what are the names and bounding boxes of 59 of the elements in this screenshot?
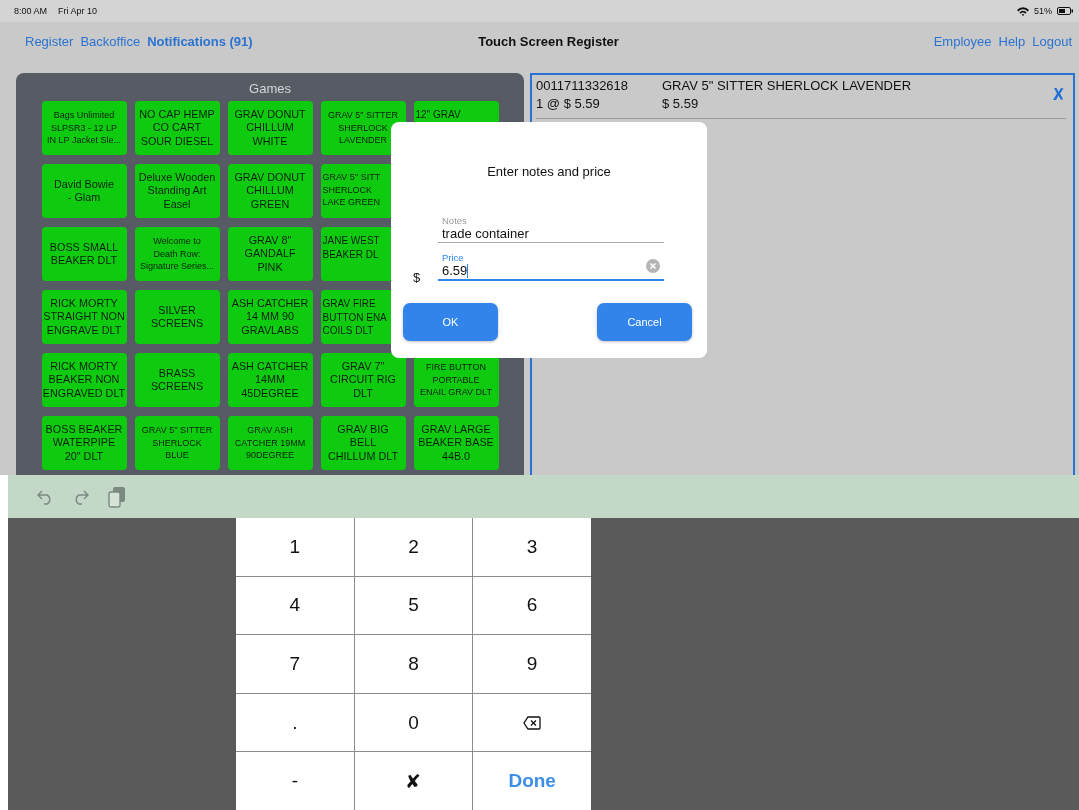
price-field[interactable]: Price 6.59 <box>438 252 664 281</box>
currency-sign: $ <box>413 270 421 285</box>
app-title: Touch Screen Register <box>478 33 619 49</box>
keypad-key[interactable]: . <box>236 693 354 752</box>
backspace-icon <box>523 715 542 730</box>
cancel-button[interactable]: Cancel <box>597 303 692 341</box>
undo-icon[interactable] <box>36 488 54 505</box>
remove-icon[interactable] <box>1052 87 1064 101</box>
battery-icon <box>1057 7 1073 15</box>
item-quantity-price: 1 @ $ 5.59 <box>536 95 601 113</box>
product-tile[interactable]: David Bowie - Glam <box>41 164 127 218</box>
product-tile[interactable]: SILVER SCREENS <box>134 290 220 344</box>
keypad-key[interactable]: 9 <box>473 635 591 693</box>
status-date: Fri Apr 10 <box>58 6 98 16</box>
product-tile[interactable]: GRAV BIG BELL CHILLUM DLT <box>320 416 406 470</box>
keypad-key[interactable]: 7 <box>236 635 354 693</box>
product-tile[interactable]: GRAV LARGE BEAKER BASE 44B.0 <box>413 416 499 470</box>
item-code: 0011711332618 <box>536 77 630 95</box>
keypad-key[interactable]: 2 <box>354 518 473 576</box>
wifi-icon <box>1017 6 1029 16</box>
product-tile[interactable]: Welcome to Death Row: Signature Series... <box>134 227 220 281</box>
dialog-title: Enter notes and price <box>487 164 611 179</box>
item-total: $ 5.59 <box>662 95 700 113</box>
product-tile[interactable]: Deluxe Wooden Standing Art Easel <box>134 164 220 218</box>
product-tile[interactable]: BRASS SCREENS <box>134 353 220 407</box>
product-tile[interactable]: GRAV 7" CIRCUIT RIG DLT <box>320 353 406 407</box>
product-tile[interactable]: GRAV 5'' SITTER SHERLOCK BLUE <box>134 416 220 470</box>
backspace-key[interactable] <box>473 693 591 752</box>
keypad-key[interactable]: 6 <box>473 576 591 635</box>
keypad-key[interactable]: 1 <box>236 518 354 576</box>
category-title: Games <box>249 80 291 98</box>
keypad-key[interactable]: ✘ <box>354 752 473 810</box>
product-tile[interactable]: BOSS SMALL BEAKER DLT <box>41 227 127 281</box>
keypad-key[interactable]: - <box>236 752 354 810</box>
product-tile[interactable]: GRAV 8" GANDALF PINK <box>227 227 313 281</box>
product-tile[interactable]: GRAV DONUT CHILLUM GREEN <box>227 164 313 218</box>
clear-icon[interactable] <box>646 259 660 273</box>
product-tile[interactable]: GRAV DONUT CHILLUM WHITE <box>227 101 313 155</box>
clipboard-icon[interactable] <box>108 485 126 508</box>
product-tile[interactable]: GRAV 5" SITTER SHERLOCK LAVENDER <box>320 101 406 155</box>
battery-percent: 51% <box>1034 6 1052 16</box>
product-tile[interactable]: Bags Unlimited SLPSR3 - 12 LP IN LP Jacket Sle... <box>41 101 127 155</box>
product-tile[interactable]: RICK MORTY STRAIGHT NON ENGRAVE DLT <box>41 290 127 344</box>
product-tile[interactable]: ASH CATCHER 14MM 45DEGREE <box>227 353 313 407</box>
keypad-key[interactable]: 0 <box>354 693 473 752</box>
keypad-key[interactable]: 4 <box>236 576 354 635</box>
keypad-key[interactable]: 3 <box>473 518 591 576</box>
keypad-key[interactable]: 5 <box>354 576 473 635</box>
notes-field[interactable]: Notes trade container <box>438 215 664 243</box>
product-tile[interactable]: ASH CATCHER 14 MM 90 GRAVLABS <box>227 290 313 344</box>
product-tile[interactable]: BOSS BEAKER WATERPIPE 20" DLT <box>41 416 127 470</box>
status-time: 8:00 AM <box>14 6 48 16</box>
redo-icon[interactable] <box>72 488 90 505</box>
product-tile[interactable]: NO CAP HEMP CO CART SOUR DIESEL <box>134 101 220 155</box>
item-name: GRAV 5" SITTER SHERLOCK LAVENDER <box>662 77 913 95</box>
product-tile[interactable]: RICK MORTY BEAKER NON ENGRAVED DLT <box>41 353 127 407</box>
keypad-key[interactable]: 8 <box>354 635 473 693</box>
product-tile[interactable]: GRAV ASH CATCHER 19MM 90DEGREE <box>227 416 313 470</box>
ok-button[interactable]: OK <box>403 303 498 341</box>
